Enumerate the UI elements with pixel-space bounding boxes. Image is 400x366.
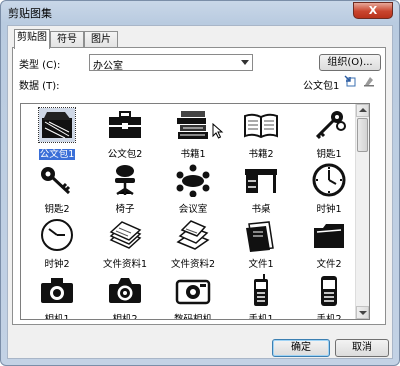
mouse-cursor-icon (212, 123, 224, 139)
clipart-item-label: 公文包2 (107, 149, 143, 160)
clock-simple-icon (41, 219, 73, 251)
clipart-item-label: 书籍2 (248, 149, 274, 160)
paper-stack-icon (109, 221, 142, 249)
key-icon (41, 167, 71, 195)
clipart-item-label: 书籍1 (180, 149, 206, 160)
clipart-item-label: 文件资料2 (170, 259, 216, 270)
open-book-icon (244, 113, 278, 139)
clipart-item-label: 手机2 (316, 314, 342, 320)
tab-clipart[interactable]: 剪贴图 (14, 29, 50, 49)
ok-button[interactable]: 确定 (272, 339, 330, 357)
clipart-item[interactable]: 文件2 (295, 216, 363, 272)
clipart-item[interactable]: 钥匙1 (295, 106, 363, 162)
clipart-item-label: 相机2 (112, 314, 138, 320)
clipart-item[interactable]: 相机2 (91, 271, 159, 320)
clipart-item-label: 手机1 (248, 314, 274, 320)
chevron-down-icon (241, 60, 249, 65)
data-label: 数据 (T): (19, 81, 60, 92)
clipart-item[interactable]: 相机1 (23, 271, 91, 320)
clipart-item[interactable]: 公文包2 (91, 106, 159, 162)
tab-panel: 类型 (C): 办公室 组织(O)... 数据 (T): 公文包1 公文包1 公文… (12, 47, 386, 325)
tab-symbols[interactable]: 符号 (50, 31, 84, 48)
title-bar[interactable]: 剪贴图集 X (1, 1, 399, 23)
delete-icon[interactable] (363, 75, 375, 87)
book-stack-icon (177, 111, 208, 139)
clipart-item-label: 数码相机 (173, 314, 212, 320)
folder-icon (314, 224, 344, 248)
mobile-phone-icon (254, 274, 268, 306)
desk-icon (245, 169, 277, 193)
paper-pile-icon (176, 220, 210, 250)
clipart-item[interactable]: 时钟1 (295, 161, 363, 217)
clipart-item[interactable]: 时钟2 (23, 216, 91, 272)
clipart-item-label: 公文包1 (38, 149, 76, 160)
clipart-item[interactable]: 数码相机 (159, 271, 227, 320)
scroll-thumb[interactable] (357, 118, 368, 152)
briefcase-icon (109, 111, 141, 138)
clipart-item-label: 文件2 (316, 259, 342, 270)
window-title: 剪贴图集 (8, 7, 52, 20)
category-select[interactable]: 办公室 (89, 54, 253, 72)
clipart-item[interactable]: 椅子 (91, 161, 159, 217)
organize-button[interactable]: 组织(O)... (319, 54, 381, 71)
clipart-item[interactable]: 书桌 (227, 161, 295, 217)
camera-slr-icon (109, 278, 141, 303)
digital-camera-icon (175, 279, 211, 305)
briefcase-open-icon (38, 107, 76, 143)
clipart-item-label: 时钟1 (316, 204, 342, 215)
clipart-item[interactable]: 公文包1 (23, 106, 91, 162)
clipart-item-label: 文件1 (248, 259, 274, 270)
current-item-label: 公文包1 (303, 81, 340, 92)
clipart-dialog: 剪贴图集 X 剪贴图 符号 图片 类型 (C): 办公室 组织(O)... 数据… (0, 0, 400, 366)
clipart-item-label: 会议室 (178, 204, 208, 215)
close-button[interactable]: X (353, 2, 393, 19)
scroll-down-button[interactable] (356, 306, 369, 319)
scroll-down-icon (359, 311, 367, 315)
scroll-up-icon (359, 108, 367, 112)
clock-icon (312, 163, 346, 197)
clipart-item-label: 钥匙2 (44, 204, 70, 215)
clipart-item[interactable]: 钥匙2 (23, 161, 91, 217)
cellphone-icon (321, 276, 337, 306)
clipart-item-label: 文件资料1 (102, 259, 148, 270)
clipart-item[interactable]: 书籍2 (227, 106, 295, 162)
clipart-item-label: 椅子 (115, 204, 135, 215)
dialog-body: 剪贴图 符号 图片 类型 (C): 办公室 组织(O)... 数据 (T): 公… (7, 25, 393, 359)
clipart-item-label: 钥匙1 (316, 149, 342, 160)
category-label: 类型 (C): (19, 60, 61, 71)
camera-icon (41, 278, 73, 303)
clipart-item[interactable]: 文件资料2 (159, 216, 227, 272)
category-value: 办公室 (93, 61, 123, 72)
chair-icon (115, 165, 135, 196)
clipart-item[interactable]: 手机2 (295, 271, 363, 320)
clipart-item[interactable]: 文件1 (227, 216, 295, 272)
clipart-item[interactable]: 会议室 (159, 161, 227, 217)
clipart-grid[interactable]: 公文包1 公文包2 书籍1 书籍2 钥匙1 钥匙2 椅子 会议室 书桌 时钟1 时钟2 文件资料1 文件… (20, 103, 370, 320)
clipart-item-label: 书桌 (251, 204, 271, 215)
cancel-button[interactable]: 取消 (335, 339, 389, 357)
clipart-item-label: 相机1 (44, 314, 70, 320)
import-icon[interactable] (344, 75, 356, 87)
file-folder-icon (246, 221, 274, 252)
clipart-item[interactable]: 手机1 (227, 271, 295, 320)
clipart-item-label: 时钟2 (44, 259, 70, 270)
vertical-scrollbar[interactable] (355, 104, 369, 319)
tab-pictures[interactable]: 图片 (84, 31, 118, 48)
meeting-room-icon (176, 164, 210, 197)
scroll-up-button[interactable] (356, 104, 369, 117)
clipart-item[interactable]: 文件资料1 (91, 216, 159, 272)
keys-icon (315, 111, 346, 140)
